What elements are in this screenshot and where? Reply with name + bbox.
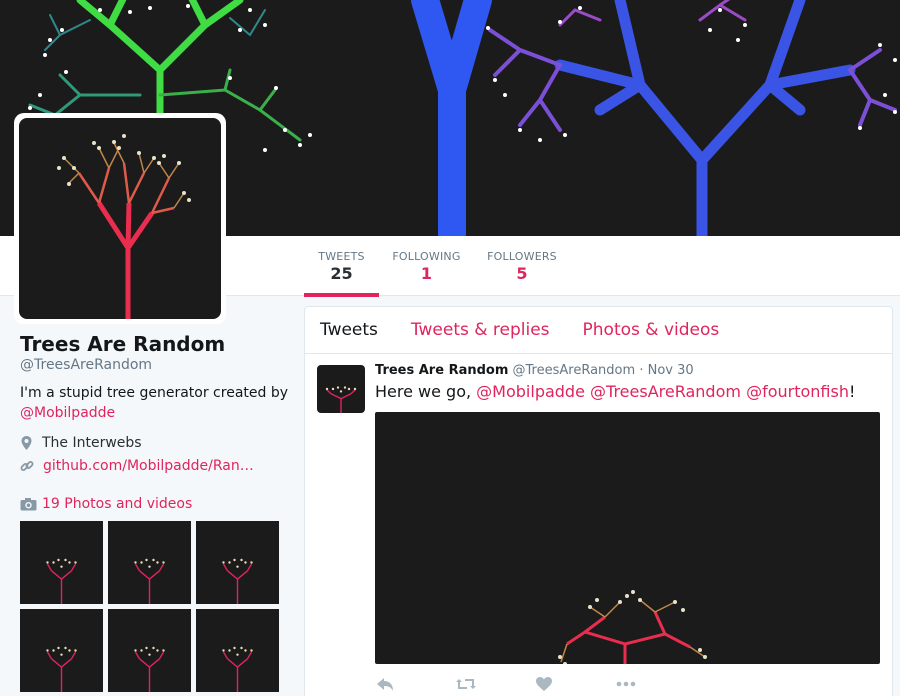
timeline: Tweets Tweets & replies Photos & videos … (304, 306, 893, 696)
stat-following-value: 1 (420, 264, 433, 283)
tweet-avatar[interactable] (317, 365, 365, 413)
photo-thumbnail[interactable] (108, 609, 191, 692)
profile-location-text: The Interwebs (42, 435, 142, 451)
tweet-text: Here we go, @Mobilpadde @TreesAreRandom … (375, 382, 855, 401)
bio-mention-link[interactable]: @Mobilpadde (20, 405, 115, 421)
tweet-author-handle[interactable]: @TreesAreRandom (513, 363, 636, 378)
stat-tweets[interactable]: TWEETS 25 (304, 236, 379, 297)
profile-url-link[interactable]: github.com/Mobilpadde/Ran… (43, 458, 254, 474)
tree-image (46, 646, 77, 692)
tree-image (134, 558, 165, 604)
profile-bio: I'm a stupid tree generator created by @… (20, 383, 290, 423)
photos-and-videos-label: 19 Photos and videos (42, 496, 193, 512)
stat-followers-value: 5 (516, 264, 528, 283)
stat-following[interactable]: FOLLOWING 1 (390, 236, 463, 296)
tree-image (222, 646, 253, 692)
timeline-tabs: Tweets Tweets & replies Photos & videos (305, 307, 892, 354)
stat-followers[interactable]: FOLLOWERS 5 (485, 236, 559, 296)
retweet-button[interactable] (455, 676, 535, 696)
tweet[interactable]: Trees Are Random @TreesAreRandom · Nov 3… (305, 354, 892, 696)
profile-avatar[interactable] (14, 113, 226, 324)
tab-tweets-and-replies[interactable]: Tweets & replies (411, 320, 550, 340)
stat-following-label: FOLLOWING (392, 250, 461, 263)
profile-url: github.com/Mobilpadde/Ran… (20, 458, 290, 474)
retweet-icon (456, 679, 476, 689)
tab-photos-and-videos[interactable]: Photos & videos (583, 320, 720, 340)
stat-tweets-value: 25 (330, 264, 353, 283)
tab-tweets[interactable]: Tweets (320, 320, 378, 340)
tweet-author-name[interactable]: Trees Are Random (375, 363, 508, 378)
stat-tweets-label: TWEETS (318, 250, 365, 263)
photo-grid (20, 521, 290, 692)
profile-handle[interactable]: @TreesAreRandom (20, 357, 290, 373)
tweet-mention-link[interactable]: @Mobilpadde (476, 382, 585, 401)
profile-bio-text: I'm a stupid tree generator created by (20, 385, 289, 401)
tweet-mention-link[interactable]: @fourtonfish (746, 382, 849, 401)
photo-thumbnail[interactable] (196, 609, 279, 692)
tree-image (46, 558, 77, 604)
like-icon (536, 677, 552, 691)
profile-name[interactable]: Trees Are Random (20, 332, 290, 356)
profile-card: Trees Are Random @TreesAreRandom I'm a s… (20, 332, 290, 692)
tweet-separator: · (639, 363, 644, 378)
camera-icon (20, 498, 37, 511)
tweet-timestamp[interactable]: Nov 30 (648, 363, 694, 378)
reply-button[interactable] (375, 676, 455, 696)
profile-location: The Interwebs (20, 435, 290, 451)
tweet-text-start: Here we go, (375, 382, 477, 401)
tweet-media-image[interactable] (375, 412, 880, 664)
tree-image (325, 386, 357, 413)
tree-image (134, 646, 165, 692)
location-pin-icon (21, 436, 32, 450)
photo-thumbnail[interactable] (196, 521, 279, 604)
photos-and-videos-link[interactable]: 19 Photos and videos (20, 496, 290, 512)
more-icon (616, 681, 636, 687)
more-button[interactable] (615, 676, 695, 696)
avatar-tree-image (57, 134, 191, 319)
stat-followers-label: FOLLOWERS (487, 250, 557, 263)
tweet-header: Trees Are Random @TreesAreRandom · Nov 3… (375, 363, 694, 378)
tweet-text-end: ! (848, 382, 856, 401)
tweet-tree-image (558, 590, 707, 664)
tweet-actions (375, 676, 695, 696)
like-button[interactable] (535, 676, 615, 696)
photo-thumbnail[interactable] (20, 609, 103, 692)
photo-thumbnail[interactable] (20, 521, 103, 604)
tweet-mention-link[interactable]: @TreesAreRandom (590, 382, 741, 401)
photo-thumbnail[interactable] (108, 521, 191, 604)
reply-icon (377, 678, 393, 691)
tree-image (222, 558, 253, 604)
link-icon (20, 461, 34, 471)
